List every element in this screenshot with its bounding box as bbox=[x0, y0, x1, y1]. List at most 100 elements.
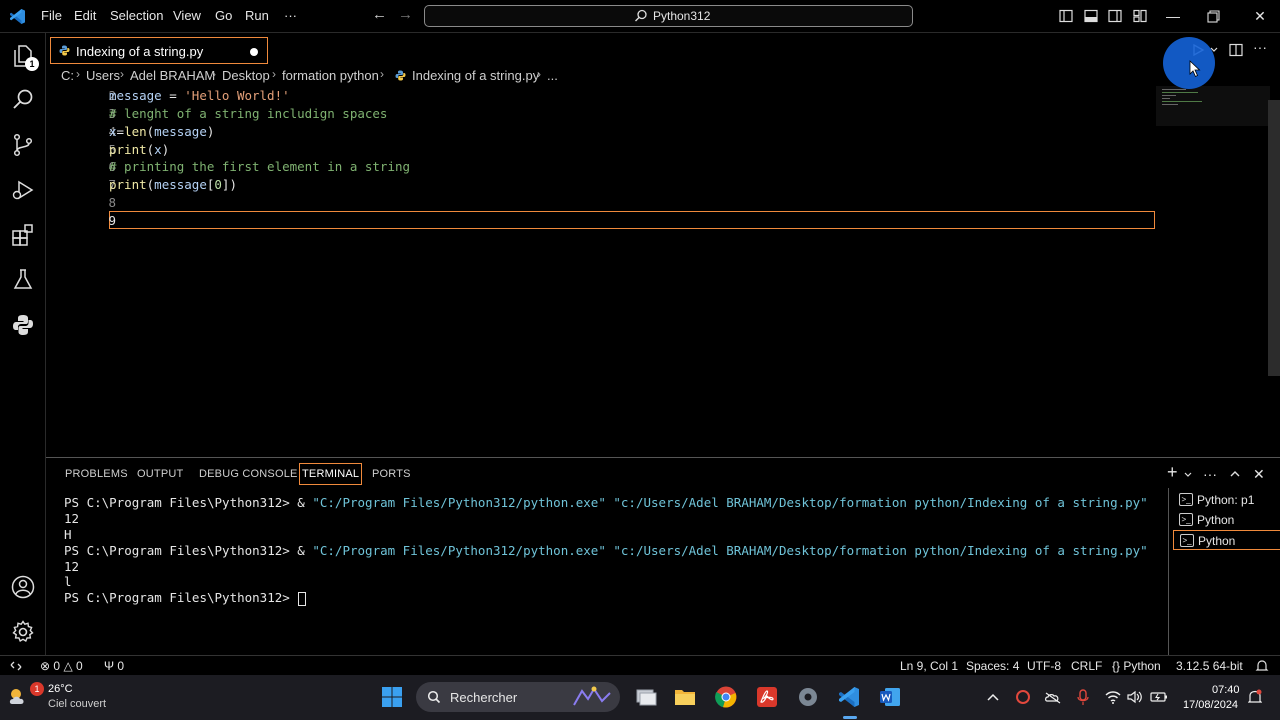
weather-icon[interactable] bbox=[6, 684, 32, 710]
terminal-list-item-selected[interactable]: >_ Python bbox=[1173, 530, 1280, 550]
weather-temperature[interactable]: 26°C bbox=[48, 683, 73, 695]
acrobat-icon[interactable] bbox=[755, 685, 779, 709]
breadcrumb-desktop[interactable]: Desktop bbox=[222, 68, 270, 83]
minimap-line bbox=[1162, 92, 1198, 93]
menu-more[interactable]: ··· bbox=[284, 8, 297, 23]
file-explorer-icon[interactable] bbox=[673, 685, 697, 709]
breadcrumb-users[interactable]: Users bbox=[86, 68, 120, 83]
code-editor[interactable]: 2 3 4 5 6 7 8 9 message = 'Hello World!'… bbox=[46, 86, 1280, 456]
ports-status[interactable]: Ψ 0 bbox=[104, 659, 124, 673]
terminal-line: PS C:\Program Files\Python312> bbox=[64, 590, 307, 606]
indentation[interactable]: Spaces: 4 bbox=[966, 659, 1019, 673]
chrome-icon[interactable] bbox=[714, 685, 738, 709]
battery-icon[interactable] bbox=[1150, 685, 1168, 709]
menu-go[interactable]: Go bbox=[215, 8, 232, 23]
close-panel-icon[interactable]: ✕ bbox=[1253, 466, 1265, 483]
code-line: print(x) bbox=[109, 142, 169, 157]
word-icon[interactable] bbox=[878, 685, 902, 709]
menu-selection[interactable]: Selection bbox=[110, 8, 163, 23]
line-ending[interactable]: CRLF bbox=[1071, 659, 1102, 673]
back-arrow-icon[interactable]: ← bbox=[372, 6, 387, 23]
language-mode[interactable]: {} Python bbox=[1112, 659, 1161, 673]
menu-run[interactable]: Run bbox=[245, 8, 269, 23]
wifi-icon[interactable] bbox=[1104, 685, 1122, 709]
python-interpreter[interactable]: 3.12.5 64-bit bbox=[1176, 659, 1243, 673]
minimize-icon[interactable]: — bbox=[1163, 6, 1183, 26]
toggle-panel-icon[interactable] bbox=[1084, 9, 1098, 23]
settings-icon[interactable] bbox=[796, 685, 820, 709]
task-view-icon[interactable] bbox=[634, 685, 658, 709]
token: 0 bbox=[214, 177, 222, 192]
toggle-primary-sidebar-icon[interactable] bbox=[1059, 9, 1073, 23]
breadcrumb-file[interactable]: Indexing of a string.py bbox=[412, 68, 539, 83]
python-file-icon bbox=[59, 45, 70, 56]
tab-indexing-of-a-string[interactable]: Indexing of a string.py bbox=[50, 37, 268, 64]
status-bar: ⊗ 0 △ 0 Ψ 0 Ln 9, Col 1 Spaces: 4 UTF-8 … bbox=[0, 655, 1280, 675]
minimap[interactable] bbox=[1156, 86, 1270, 126]
weather-description[interactable]: Ciel couvert bbox=[48, 698, 106, 710]
terminal-list-item[interactable]: >_ Python: p1 bbox=[1179, 490, 1280, 510]
remote-icon[interactable] bbox=[10, 660, 22, 672]
more-actions-icon[interactable]: ··· bbox=[1203, 466, 1217, 482]
breadcrumb-drive[interactable]: C: bbox=[61, 68, 74, 83]
clock-time[interactable]: 07:40 bbox=[1212, 684, 1240, 696]
tab-ports[interactable]: PORTS bbox=[372, 468, 411, 480]
warning-icon: △ bbox=[63, 659, 73, 673]
notifications-icon[interactable] bbox=[1255, 659, 1269, 673]
ports-icon: Ψ bbox=[104, 659, 115, 673]
chevron-up-icon[interactable] bbox=[986, 685, 1000, 709]
chevron-down-icon[interactable] bbox=[1183, 470, 1193, 480]
editor-scrollbar[interactable] bbox=[1268, 100, 1280, 376]
search-icon[interactable] bbox=[11, 88, 35, 112]
testing-icon[interactable] bbox=[11, 268, 35, 292]
new-terminal-icon[interactable]: + bbox=[1167, 462, 1178, 483]
terminal-list-item[interactable]: >_ Python bbox=[1179, 510, 1280, 530]
microphone-icon[interactable] bbox=[1076, 685, 1090, 709]
breadcrumb-symbols[interactable]: ... bbox=[547, 68, 558, 83]
breadcrumb-user[interactable]: Adel BRAHAM bbox=[130, 68, 215, 83]
command-center[interactable]: Python312 bbox=[424, 5, 913, 27]
accounts-icon[interactable] bbox=[11, 575, 35, 599]
vscode-taskbar-icon[interactable] bbox=[837, 685, 861, 709]
restore-icon[interactable] bbox=[1207, 10, 1220, 23]
python-icon[interactable] bbox=[11, 313, 35, 337]
tab-problems[interactable]: PROBLEMS bbox=[65, 468, 128, 480]
notification-bell-icon[interactable] bbox=[1248, 685, 1262, 709]
windows-start-icon[interactable] bbox=[380, 685, 404, 709]
encoding[interactable]: UTF-8 bbox=[1027, 659, 1061, 673]
cursor-position[interactable]: Ln 9, Col 1 bbox=[900, 659, 958, 673]
title-bar: File Edit Selection View Go Run ··· ← → … bbox=[0, 0, 1280, 33]
code-line: message = 'Hello World!' bbox=[109, 88, 290, 103]
run-debug-icon[interactable] bbox=[11, 178, 35, 202]
toggle-secondary-sidebar-icon[interactable] bbox=[1108, 9, 1122, 23]
source-control-icon[interactable] bbox=[11, 133, 35, 157]
close-window-icon[interactable]: ✕ bbox=[1250, 6, 1270, 26]
clock-date[interactable]: 17/08/2024 bbox=[1183, 699, 1238, 711]
terminal-string: "c:/Users/Adel BRAHAM/Desktop/formation … bbox=[605, 543, 1148, 558]
error-count: 0 bbox=[53, 659, 61, 673]
taskbar-search[interactable]: Rechercher bbox=[416, 682, 620, 712]
maximize-panel-icon[interactable] bbox=[1229, 468, 1241, 480]
split-editor-icon[interactable] bbox=[1229, 43, 1243, 57]
forward-arrow-icon[interactable]: → bbox=[398, 6, 413, 23]
manage-gear-icon[interactable] bbox=[11, 620, 35, 644]
tab-output[interactable]: OUTPUT bbox=[137, 468, 183, 480]
current-line-highlight bbox=[109, 211, 1155, 229]
customize-layout-icon[interactable] bbox=[1133, 9, 1147, 23]
problems-status[interactable]: ⊗ 0 △ 0 bbox=[40, 659, 83, 673]
sync-icon[interactable] bbox=[1014, 685, 1032, 709]
volume-icon[interactable] bbox=[1126, 685, 1144, 709]
menu-edit[interactable]: Edit bbox=[74, 8, 96, 23]
terminal-prompt: PS C:\Program Files\Python312> bbox=[64, 590, 298, 605]
onedrive-icon[interactable] bbox=[1044, 685, 1062, 709]
code-line: # lenght of a string includign spaces bbox=[109, 106, 387, 121]
extensions-icon[interactable] bbox=[11, 223, 35, 247]
tab-terminal[interactable]: TERMINAL bbox=[299, 463, 363, 485]
menu-view[interactable]: View bbox=[173, 8, 201, 23]
breadcrumb-folder[interactable]: formation python bbox=[282, 68, 379, 83]
more-actions-icon[interactable]: ··· bbox=[1253, 39, 1267, 55]
unsaved-dot-icon[interactable] bbox=[250, 48, 258, 56]
menu-file[interactable]: File bbox=[41, 8, 62, 23]
tab-debug-console[interactable]: DEBUG CONSOLE bbox=[199, 468, 298, 480]
line-number-current: 9 bbox=[108, 213, 116, 228]
